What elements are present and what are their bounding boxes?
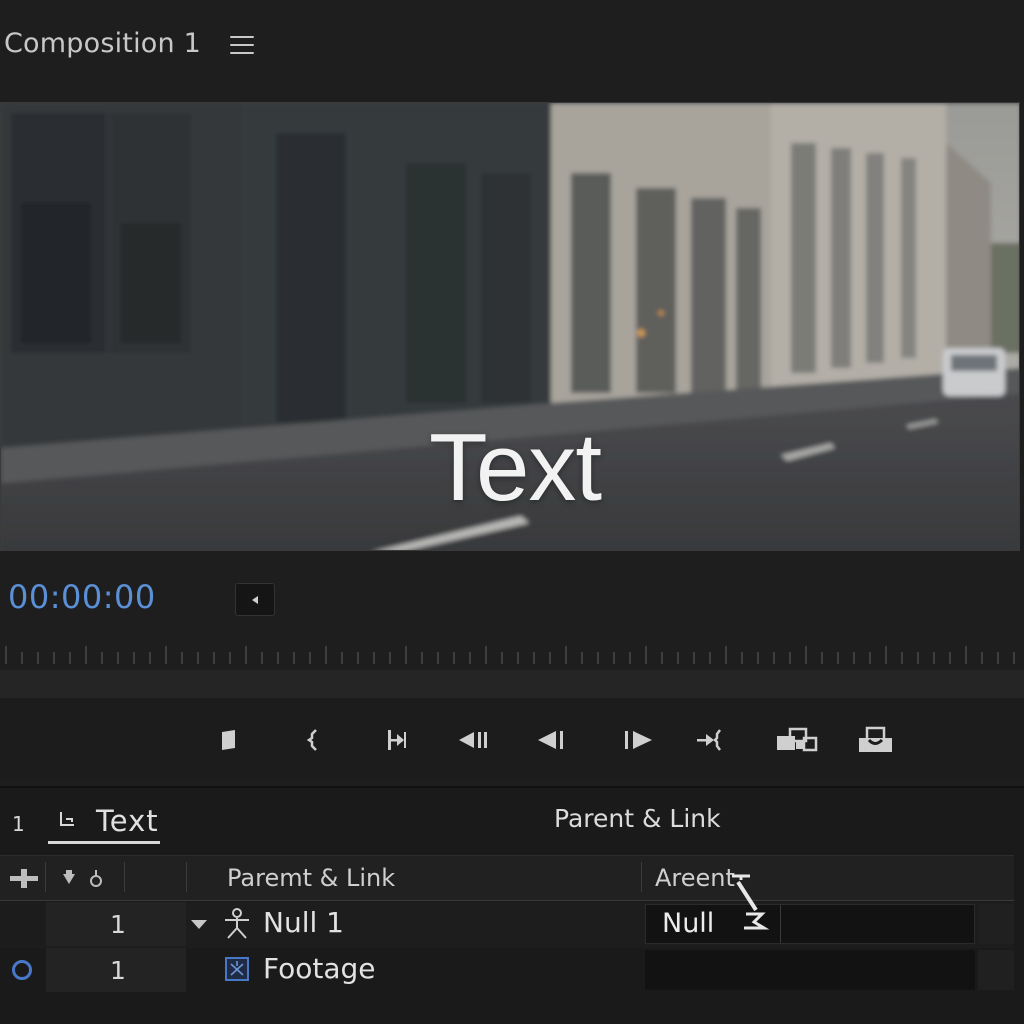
layer-name[interactable]: Null 1 bbox=[263, 906, 344, 939]
parent-link-heading: Parent & Link bbox=[554, 804, 721, 833]
overlay-text[interactable]: Text bbox=[1, 413, 1019, 523]
prev-frame-button[interactable] bbox=[235, 583, 275, 616]
composition-title: Composition 1 bbox=[4, 28, 201, 59]
play-icon bbox=[625, 731, 652, 749]
layer-number: 1 bbox=[110, 956, 126, 985]
column-divider[interactable] bbox=[124, 862, 125, 892]
mark-in-button[interactable] bbox=[213, 726, 245, 754]
visibility-eye-icon[interactable] bbox=[12, 960, 32, 980]
go-to-out-button[interactable] bbox=[696, 726, 728, 754]
column-divider[interactable] bbox=[641, 862, 642, 892]
text-layer-icon bbox=[60, 812, 74, 826]
column-header bbox=[0, 855, 1014, 901]
layer-index: 1 bbox=[12, 812, 25, 836]
parent-dropdown[interactable] bbox=[645, 950, 975, 990]
hamburger-menu-icon[interactable] bbox=[230, 36, 254, 56]
column-divider[interactable] bbox=[186, 862, 187, 892]
go-to-in-button[interactable] bbox=[382, 726, 414, 754]
layer-name[interactable]: Footage bbox=[263, 952, 376, 985]
footage-icon bbox=[225, 957, 249, 981]
go-to-in-icon bbox=[388, 730, 406, 750]
step-back-button[interactable] bbox=[458, 726, 490, 754]
insert-button[interactable] bbox=[776, 726, 818, 754]
play-reverse-button[interactable] bbox=[536, 726, 568, 754]
tab-text-label: Text bbox=[96, 804, 159, 838]
visibility-toggle[interactable] bbox=[0, 902, 44, 946]
null-object-icon bbox=[225, 908, 249, 939]
layer-row[interactable]: 1 Null 1 Null bbox=[0, 902, 1014, 948]
time-ruler-track[interactable] bbox=[0, 670, 1024, 698]
sort-arrows-icon[interactable] bbox=[60, 866, 110, 890]
mark-in-icon bbox=[222, 730, 235, 750]
play-reverse-icon bbox=[538, 731, 563, 749]
bracket-icon bbox=[306, 729, 317, 751]
timecode-display[interactable]: 00:00:00 bbox=[8, 578, 156, 616]
parent-dropdown[interactable]: Null bbox=[645, 904, 975, 944]
bracket-button[interactable] bbox=[298, 726, 330, 754]
row-end-cell bbox=[978, 904, 1014, 944]
column-parent-link[interactable]: Paremt & Link bbox=[227, 864, 395, 892]
step-back-icon bbox=[459, 732, 487, 748]
expand-caret-icon[interactable] bbox=[191, 920, 207, 929]
parent-cell-divider bbox=[780, 905, 781, 943]
pick-whip-cursor-icon bbox=[732, 874, 770, 930]
add-column-icon[interactable] bbox=[10, 868, 38, 888]
go-to-out-icon bbox=[697, 729, 721, 751]
export-frame-icon bbox=[859, 726, 892, 752]
tab-text[interactable]: Text bbox=[48, 800, 160, 844]
active-tab-indicator bbox=[48, 841, 160, 844]
play-button[interactable] bbox=[622, 726, 654, 754]
layer-number: 1 bbox=[110, 910, 126, 939]
composition-viewer[interactable]: Text bbox=[0, 102, 1020, 551]
column-areent[interactable]: Areent bbox=[655, 864, 735, 892]
parent-value: Null bbox=[662, 908, 715, 939]
row-end-cell bbox=[978, 950, 1014, 990]
layer-row[interactable]: 1 Footage bbox=[0, 948, 1014, 994]
export-frame-button[interactable] bbox=[858, 726, 894, 754]
column-divider[interactable] bbox=[45, 862, 46, 892]
time-ruler[interactable] bbox=[0, 640, 1024, 670]
insert-icon bbox=[777, 727, 818, 752]
